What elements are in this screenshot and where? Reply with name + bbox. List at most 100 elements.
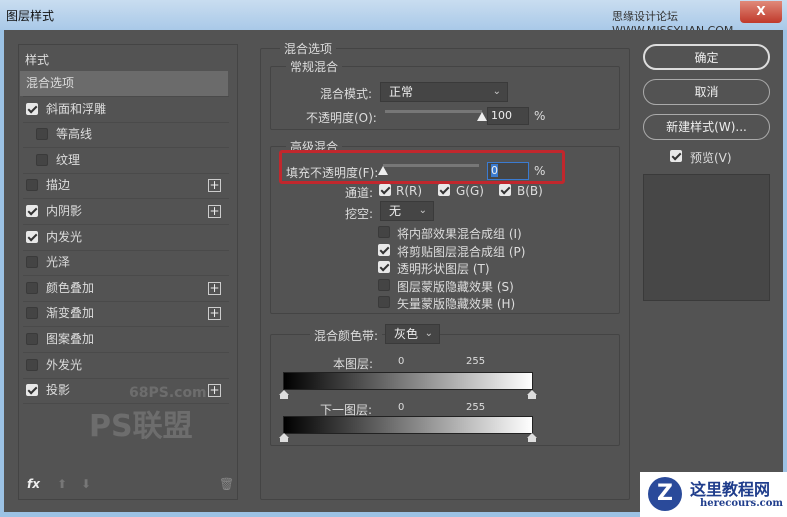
advanced-option-label: 透明形状图层 (T) [397,262,490,276]
blend-mode-select[interactable]: 正常 ⌄ [380,82,508,102]
blend-if-select[interactable]: 灰色 ⌄ [385,324,440,344]
advanced-option-label: 将剪贴图层混合成组 (P) [397,244,526,259]
preview-swatch [643,174,770,301]
advanced-option-label: 图层蒙版隐藏效果 (S) [397,279,514,294]
ps-watermark: 68PS.com PS联盟 [89,385,207,444]
style-item[interactable]: 内阴影 + [20,199,228,224]
style-item-checkbox[interactable] [26,179,38,192]
opacity-input[interactable]: 100 [487,107,529,125]
blend-options-title: 混合选项 [280,40,337,57]
style-item-checkbox[interactable] [26,333,38,345]
blend-if-label: 混合颜色带: [310,327,383,344]
style-item-checkbox[interactable] [26,281,38,294]
style-item-label: 混合选项 [26,76,75,90]
fill-opacity-unit: % [534,164,546,178]
blend-mode-label: 混合模式: [320,87,373,101]
style-item[interactable]: 渐变叠加 + [20,301,228,326]
knockout-select[interactable]: 无 ⌄ [380,201,434,221]
fill-opacity-slider[interactable] [383,164,479,167]
ok-button[interactable]: 确定 [643,44,770,70]
this-layer-black-stop[interactable] [279,390,289,399]
style-item-checkbox[interactable] [36,153,48,166]
style-item[interactable]: 外发光 [20,353,228,378]
chevron-down-icon: ⌄ [424,328,433,339]
channel-b-label: B(B) [517,184,543,198]
advanced-option-checkbox[interactable] [378,261,390,273]
style-item[interactable]: 描边 + [20,173,228,198]
move-down-icon[interactable]: ⬇ [81,477,91,491]
close-button[interactable]: X [740,1,782,23]
style-item-label: 纹理 [56,152,81,167]
style-item-label: 斜面和浮雕 [46,101,107,116]
this-layer-white-stop[interactable] [527,390,537,399]
z-logo-icon: Z [648,477,682,511]
add-icon[interactable]: + [208,205,221,218]
style-item-checkbox[interactable] [26,256,38,269]
new-style-button[interactable]: 新建样式(W)... [643,114,770,140]
styles-panel: 样式 混合选项斜面和浮雕等高线纹理描边 + 内阴影 + 内发光光泽 颜色叠加 + 渐变叠加 + 图… [18,44,238,500]
style-item[interactable]: 混合选项 [20,71,228,96]
style-item[interactable]: 纹理 [20,148,228,173]
style-item[interactable]: 内发光 [20,225,228,250]
fill-opacity-input[interactable]: 0 [487,162,529,180]
style-item-label: 内阴影 [46,204,83,218]
opacity-slider[interactable] [385,110,482,113]
channel-g-checkbox[interactable] [438,184,450,196]
opacity-unit: % [534,109,546,123]
window-title: 图层样式 [6,9,55,23]
this-layer-max: 255 [466,356,486,367]
style-item-checkbox[interactable] [26,307,38,320]
style-item-label: 描边 [46,178,71,193]
move-up-icon[interactable]: ⬆ [57,477,67,491]
advanced-option-checkbox[interactable] [378,296,390,308]
add-icon[interactable]: + [208,307,221,321]
underlying-layer-max: 255 [466,402,486,413]
advanced-option-checkbox[interactable] [378,278,390,291]
add-icon[interactable]: + [208,281,221,295]
channels-label: 通道: [345,186,374,200]
cancel-button[interactable]: 取消 [643,79,770,105]
channel-r-checkbox[interactable] [379,184,391,196]
style-item-checkbox[interactable] [26,102,38,115]
underlying-layer-gradient [283,416,533,434]
underlying-layer-min: 0 [398,402,405,413]
trash-icon[interactable]: 🗑 [219,477,234,491]
advanced-option-checkbox[interactable] [378,226,390,238]
style-item[interactable]: 斜面和浮雕 [20,97,228,122]
style-item-label: 外发光 [46,357,83,372]
underlying-white-stop[interactable] [527,433,537,442]
preview-checkbox[interactable] [670,150,682,162]
opacity-slider-thumb[interactable] [477,112,487,121]
knockout-label: 挖空: [345,207,374,221]
style-item[interactable]: 颜色叠加 + [20,276,228,301]
style-item[interactable]: 图案叠加 [20,327,228,352]
fill-opacity-label: 填充不透明度(F): [286,166,379,180]
style-item-checkbox[interactable] [36,128,48,141]
badge-url: herecours.com [700,498,784,509]
opacity-label: 不透明度(O): [306,111,377,125]
general-blending-title: 常规混合 [286,58,343,75]
this-layer-min: 0 [398,356,405,367]
this-layer-gradient [283,372,533,390]
chevron-down-icon: ⌄ [418,205,427,216]
underlying-black-stop[interactable] [279,433,289,442]
advanced-option-checkbox[interactable] [378,243,390,256]
style-item-checkbox[interactable] [26,230,38,243]
style-item-checkbox[interactable] [26,358,38,371]
style-item-label: 内发光 [46,229,83,244]
styles-header: 样式 [25,53,50,67]
channel-r-label: R(R) [396,184,423,198]
add-icon[interactable]: + [208,179,221,193]
style-item-label: 渐变叠加 [46,306,95,321]
chevron-down-icon: ⌄ [492,86,501,97]
style-item[interactable]: 光泽 [20,250,228,275]
channel-b-checkbox[interactable] [499,184,511,196]
style-item-checkbox[interactable] [26,205,38,217]
blend-if-value: 灰色 [394,327,419,341]
style-item-checkbox[interactable] [26,384,38,397]
this-layer-label: 本图层: [333,357,374,371]
fill-opacity-slider-thumb[interactable] [378,166,388,175]
style-item[interactable]: 等高线 [20,122,228,147]
fx-button[interactable]: fx [27,477,40,491]
badge-name: 这里教程网 [690,480,771,499]
